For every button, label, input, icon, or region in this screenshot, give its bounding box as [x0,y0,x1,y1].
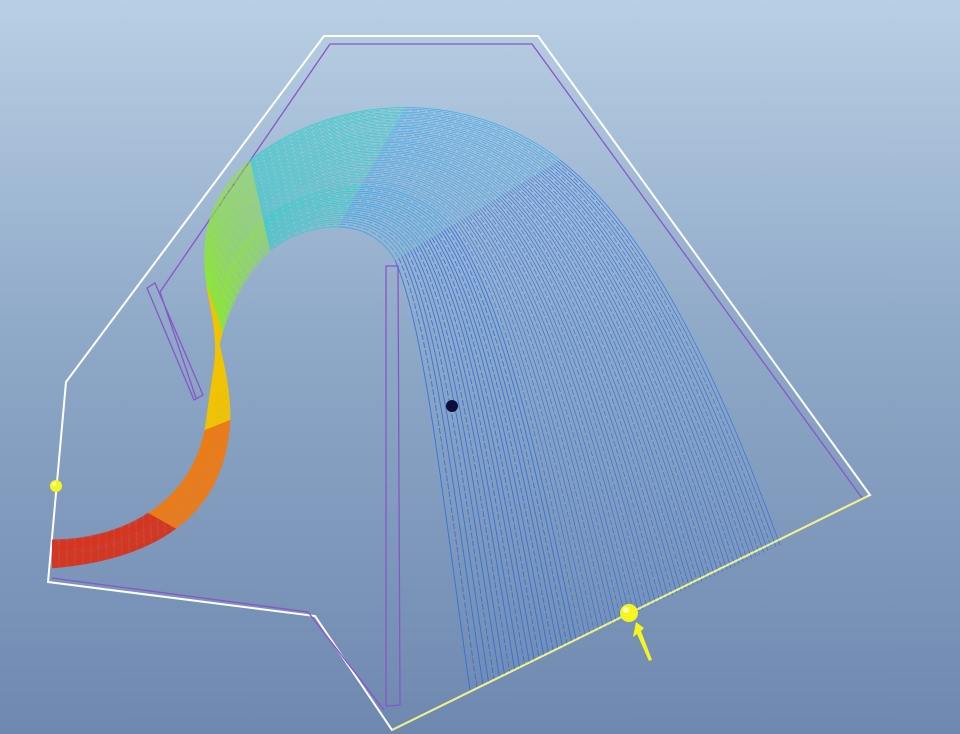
streamline [451,225,519,387]
streamline [509,389,568,645]
streamline [563,366,635,614]
streamline [584,357,661,602]
streamline [535,378,600,630]
streamline [482,206,565,367]
streamline [438,232,500,395]
flow-scene [46,35,872,732]
streamline [601,350,682,592]
streamline [442,418,484,685]
probe-point-icon[interactable] [446,400,458,412]
baffle-center [385,265,401,707]
streamline [431,237,489,400]
streamline [428,239,485,401]
baffle-left [146,282,204,401]
streamline [394,259,433,423]
streamline [437,420,478,687]
streamline [557,161,679,319]
streamline [548,166,666,324]
streamline [483,400,535,661]
yellow-sphere-marker-icon[interactable] [50,480,62,492]
streamline [611,346,694,586]
streamline [475,403,525,665]
cfd-viewport[interactable] [0,0,960,734]
streamline [338,226,396,261]
streamline [388,137,519,186]
streamline [551,164,669,323]
streamline [567,365,639,612]
streamline [502,392,559,649]
streamline [559,159,682,318]
streamline [614,344,699,584]
yellow-flow-arrow-icon[interactable] [620,604,652,661]
streamline [471,405,521,667]
streamlines [51,107,781,691]
streamline [608,347,690,588]
streamline [495,395,549,654]
streamline [479,402,530,663]
streamline [498,394,554,652]
streamline [625,340,711,578]
